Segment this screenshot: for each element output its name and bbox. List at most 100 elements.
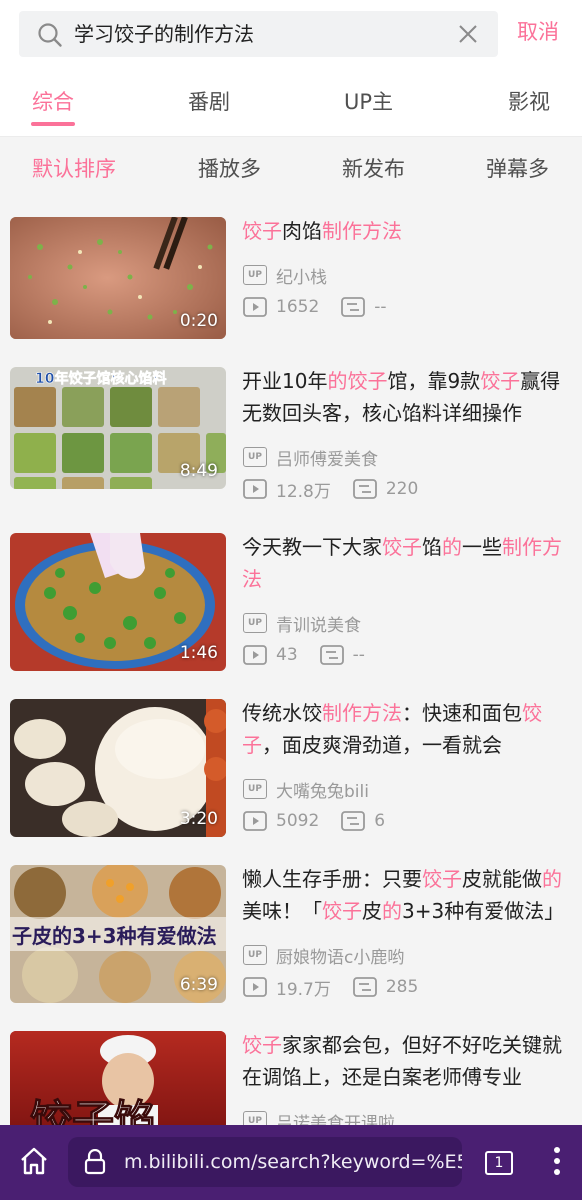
sort-bar: 默认排序 播放多 新发布 弹幕多 <box>0 137 582 199</box>
danmaku-icon <box>352 977 377 997</box>
uploader-name: 吕诺美食开课啦 <box>276 1113 395 1126</box>
tab-film[interactable]: 影视 <box>508 86 550 118</box>
search-icon <box>38 23 62 47</box>
sort-most-played[interactable]: 播放多 <box>198 153 261 185</box>
title-text: 3+3种有爱做法」 <box>402 899 565 923</box>
video-title[interactable]: 传统水饺制作方法：快速和面包饺子，面皮爽滑劲道，一看就会 <box>242 697 574 761</box>
view-count: 43 <box>276 645 298 665</box>
tab-bangumi[interactable]: 番剧 <box>188 86 230 118</box>
play-count-icon <box>243 479 267 499</box>
list-item[interactable]: 10年饺子馆核心馅料 8:49 开业10年的饺子馆，靠9款饺子赢得无数回头客，核… <box>0 349 582 509</box>
title-text: 美味！「 <box>242 899 322 923</box>
title-keyword-highlight: 饺子 <box>322 899 362 923</box>
video-title[interactable]: 懒人生存手册：只要饺子皮就能做的美味！「饺子皮的3+3种有爱做法」 <box>242 863 574 927</box>
video-title[interactable]: 饺子肉馅制作方法 <box>242 215 574 247</box>
video-duration: 0:20 <box>179 311 218 331</box>
video-title[interactable]: 饺子家家都会包，但好不好吃关键就在调馅上，还是白案老师傅专业 <box>242 1029 574 1093</box>
list-item[interactable]: 0:20 饺子肉馅制作方法 UP 纪小栈 1652 -- <box>0 199 582 359</box>
title-text: 馅 <box>422 535 442 559</box>
play-count-icon <box>243 645 267 665</box>
view-count: 5092 <box>276 811 320 831</box>
uploader-name: 大嘴兔兔bili <box>276 781 369 802</box>
list-item[interactable]: 子皮的3+3种有爱做法 6:39 懒人生存手册：只要饺子皮就能做的美味！「饺子皮… <box>0 847 582 1007</box>
result-list: 0:20 饺子肉馅制作方法 UP 纪小栈 1652 -- 10年饺子馆核心馅料 … <box>0 199 582 1125</box>
danmaku-count: 6 <box>374 811 386 831</box>
address-bar[interactable]: m.bilibili.com/search?keyword=%E5%AD%A6 <box>68 1137 462 1187</box>
video-thumbnail[interactable]: 饺子馅 <box>10 1031 226 1125</box>
lock-icon <box>84 1149 106 1175</box>
sort-most-danmaku[interactable]: 弹幕多 <box>486 153 549 185</box>
video-duration: 3:20 <box>179 809 218 829</box>
uploader-name: 厨娘物语c小鹿哟 <box>276 947 405 968</box>
sort-default[interactable]: 默认排序 <box>32 153 116 185</box>
video-title[interactable]: 开业10年的饺子馆，靠9款饺子赢得无数回头客，核心馅料详细操作 <box>242 365 574 429</box>
tab-uploader[interactable]: UP主 <box>344 86 393 118</box>
active-tab-indicator <box>31 122 75 126</box>
video-thumbnail[interactable]: 10年饺子馆核心馅料 8:49 <box>10 367 226 489</box>
title-keyword-highlight: 的 <box>327 369 348 393</box>
title-text: 皮 <box>362 899 382 923</box>
stats-row: 1652 -- <box>243 295 387 319</box>
up-badge-icon: UP <box>243 1111 267 1125</box>
more-menu-icon[interactable] <box>553 1145 561 1177</box>
uploader-name: 纪小栈 <box>276 267 327 288</box>
view-count: 12.8万 <box>276 481 331 502</box>
video-duration: 1:46 <box>179 643 218 663</box>
list-item[interactable]: 饺子馅 饺子家家都会包，但好不好吃关键就在调馅上，还是白案老师傅专业 UP 吕诺… <box>0 1013 582 1125</box>
title-keyword-highlight: 的 <box>442 535 462 559</box>
video-thumbnail[interactable]: 1:46 <box>10 533 226 671</box>
clear-icon[interactable] <box>456 22 480 46</box>
title-text: 皮就能做 <box>462 867 542 891</box>
video-thumbnail[interactable]: 0:20 <box>10 217 226 339</box>
video-title[interactable]: 今天教一下大家饺子馅的一些制作方法 <box>242 531 574 595</box>
uploader-row[interactable]: UP 纪小栈 <box>243 263 327 288</box>
list-item[interactable]: 3:20 传统水饺制作方法：快速和面包饺子，面皮爽滑劲道，一看就会 UP 大嘴兔… <box>0 681 582 841</box>
view-count: 19.7万 <box>276 979 331 1000</box>
sort-newest[interactable]: 新发布 <box>342 153 405 185</box>
title-text: 今天教一下大家 <box>242 535 382 559</box>
stats-row: 12.8万 220 <box>243 477 418 502</box>
play-count-icon <box>243 297 267 317</box>
title-text: 懒人生存手册：只要 <box>242 867 422 891</box>
title-keyword-highlight: 饺子 <box>242 219 282 243</box>
browser-toolbar: m.bilibili.com/search?keyword=%E5%AD%A6 … <box>0 1125 582 1200</box>
title-keyword-highlight: 饺子 <box>382 535 422 559</box>
thumbnail-caption: 10年饺子馆核心馅料 <box>35 370 166 387</box>
cancel-button[interactable]: 取消 <box>517 12 559 52</box>
play-count-icon <box>243 811 267 831</box>
uploader-row[interactable]: UP 青训说美食 <box>243 611 361 636</box>
list-item[interactable]: 1:46 今天教一下大家饺子馅的一些制作方法 UP 青训说美食 43 -- <box>0 515 582 675</box>
title-keyword-highlight: 饺子 <box>242 1033 282 1057</box>
title-keyword-highlight: 饺子 <box>480 369 521 393</box>
tab-switcher-button[interactable]: 1 <box>485 1151 513 1175</box>
play-count-icon <box>243 977 267 997</box>
up-badge-icon: UP <box>243 779 267 799</box>
title-text: ，面皮爽滑劲道，一看就会 <box>262 733 502 757</box>
title-keyword-highlight: 饺子 <box>422 867 462 891</box>
title-text: 传统水饺 <box>242 701 322 725</box>
uploader-row[interactable]: UP 大嘴兔兔bili <box>243 777 369 802</box>
title-keyword-highlight: 制作方法 <box>322 701 402 725</box>
video-thumbnail[interactable]: 子皮的3+3种有爱做法 6:39 <box>10 865 226 1003</box>
title-keyword-highlight: 的 <box>382 899 402 923</box>
home-icon[interactable] <box>18 1145 50 1177</box>
video-duration: 6:39 <box>179 975 218 995</box>
search-box[interactable]: 学习饺子的制作方法 <box>19 11 498 57</box>
title-text: ：快速和面包 <box>402 701 522 725</box>
danmaku-icon <box>341 811 366 831</box>
stats-row: 19.7万 285 <box>243 975 418 1000</box>
stats-row: 5092 6 <box>243 809 385 833</box>
up-badge-icon: UP <box>243 447 267 467</box>
danmaku-icon <box>352 479 377 499</box>
search-input[interactable]: 学习饺子的制作方法 <box>74 20 254 48</box>
stats-row: 43 -- <box>243 643 365 667</box>
tab-all[interactable]: 综合 <box>32 86 74 118</box>
uploader-row[interactable]: UP 吕诺美食开课啦 <box>243 1109 395 1125</box>
uploader-row[interactable]: UP 厨娘物语c小鹿哟 <box>243 943 405 968</box>
uploader-row[interactable]: UP 吕师傅爱美食 <box>243 445 378 470</box>
danmaku-count: -- <box>352 645 365 665</box>
danmaku-icon <box>341 297 366 317</box>
video-thumbnail[interactable]: 3:20 <box>10 699 226 837</box>
title-keyword-highlight: 制作方法 <box>322 219 402 243</box>
thumbnail-caption: 子皮的3+3种有爱做法 <box>12 924 217 948</box>
